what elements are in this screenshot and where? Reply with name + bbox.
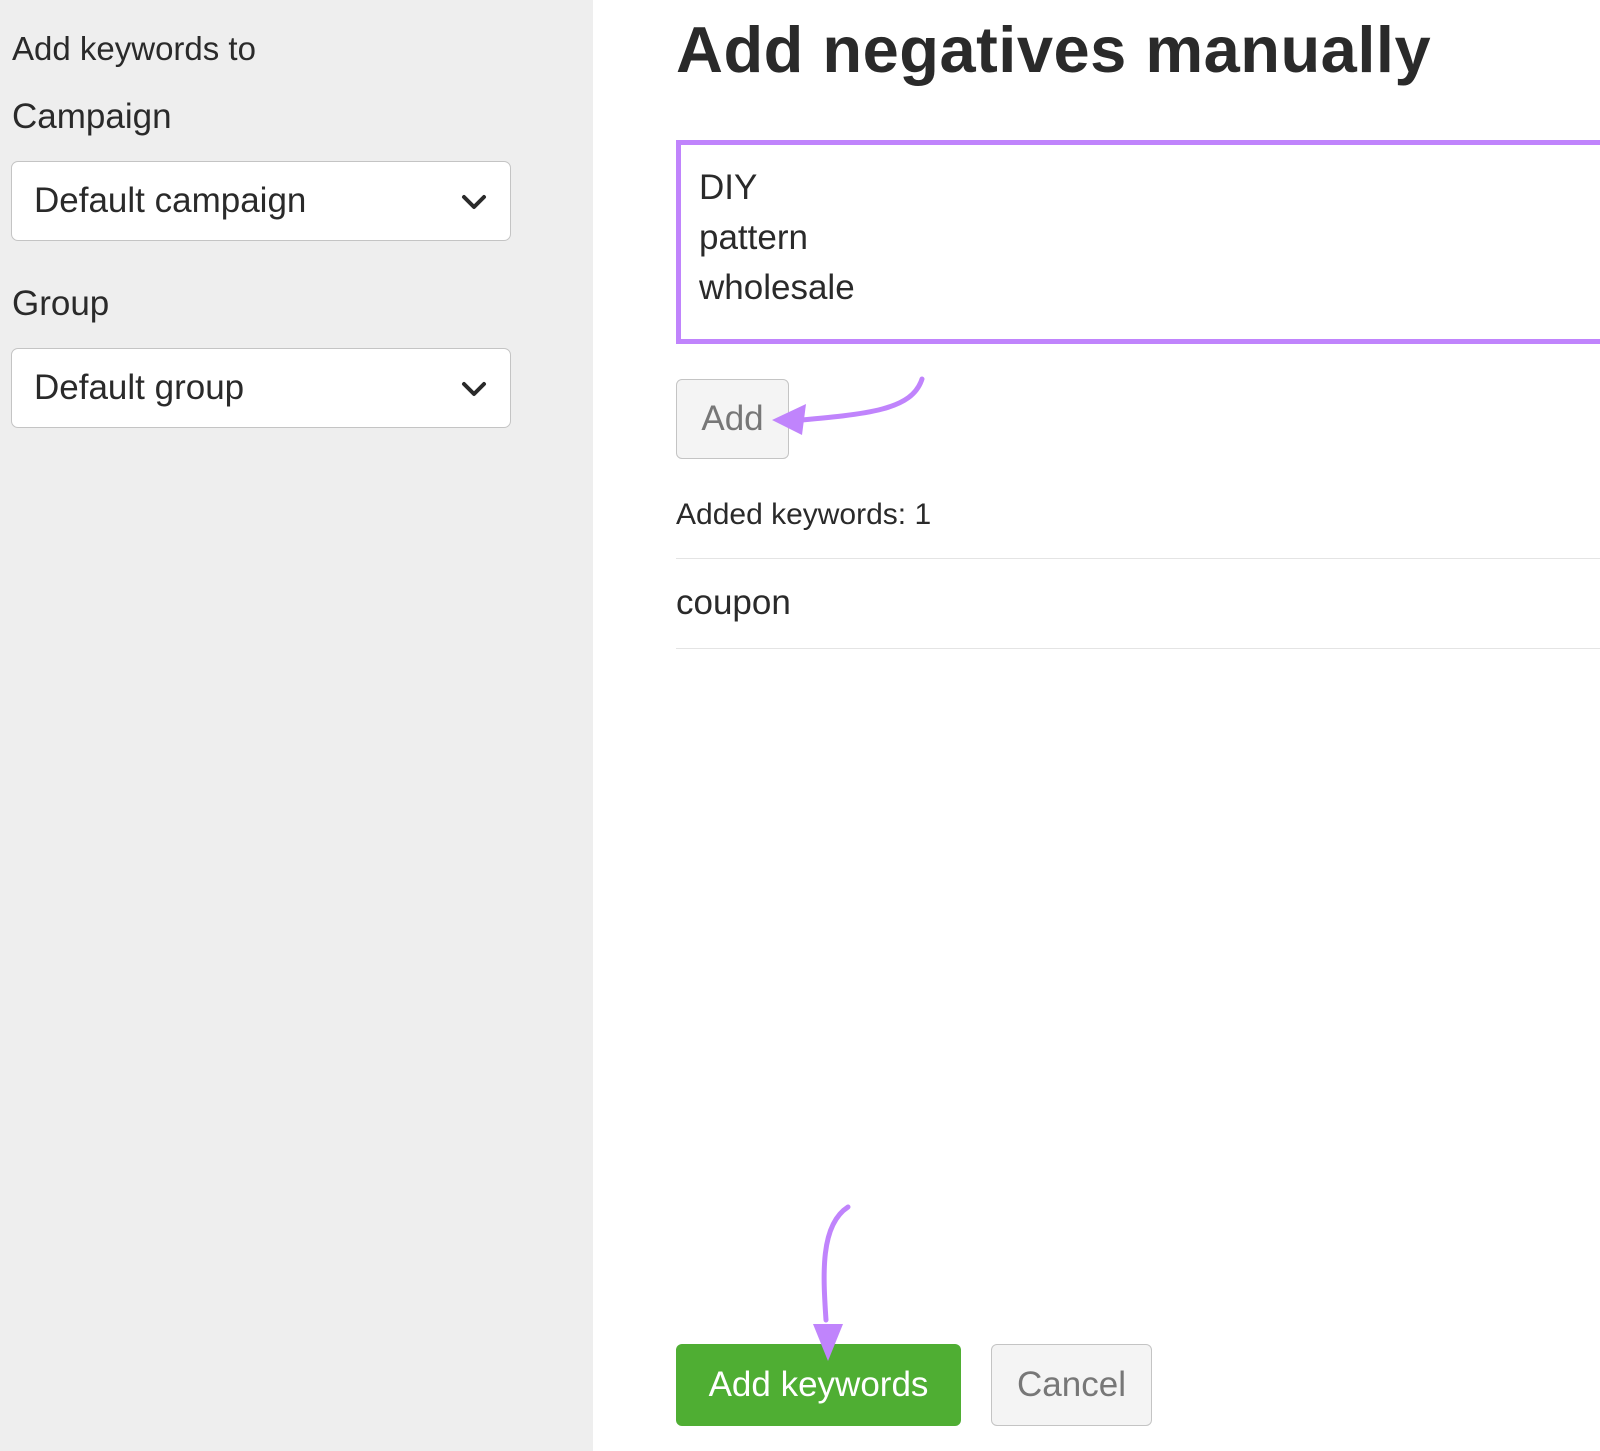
campaign-select[interactable]: Default campaign	[11, 161, 511, 241]
divider	[676, 558, 1600, 559]
divider	[676, 648, 1600, 649]
chevron-down-icon	[460, 190, 488, 214]
add-button[interactable]: Add	[676, 379, 789, 459]
textarea-line: DIY	[699, 163, 1600, 213]
campaign-select-value: Default campaign	[34, 181, 306, 221]
added-keyword-item: coupon	[676, 583, 791, 623]
added-keywords-count: Added keywords: 1	[676, 498, 931, 532]
cancel-button[interactable]: Cancel	[991, 1344, 1152, 1426]
group-select-value: Default group	[34, 368, 244, 408]
main-panel: Add negatives manually DIY pattern whole…	[593, 0, 1600, 1451]
page-title: Add negatives manually	[676, 12, 1431, 87]
sidebar: Add keywords to Campaign Default campaig…	[0, 0, 593, 1451]
sidebar-heading: Add keywords to	[12, 30, 256, 68]
add-keywords-button[interactable]: Add keywords	[676, 1344, 961, 1426]
textarea-line: pattern	[699, 213, 1600, 263]
campaign-label: Campaign	[12, 97, 172, 137]
group-select[interactable]: Default group	[11, 348, 511, 428]
negative-keywords-textarea[interactable]: DIY pattern wholesale	[676, 140, 1600, 344]
group-label: Group	[12, 284, 109, 324]
chevron-down-icon	[460, 377, 488, 401]
textarea-line: wholesale	[699, 263, 1600, 313]
